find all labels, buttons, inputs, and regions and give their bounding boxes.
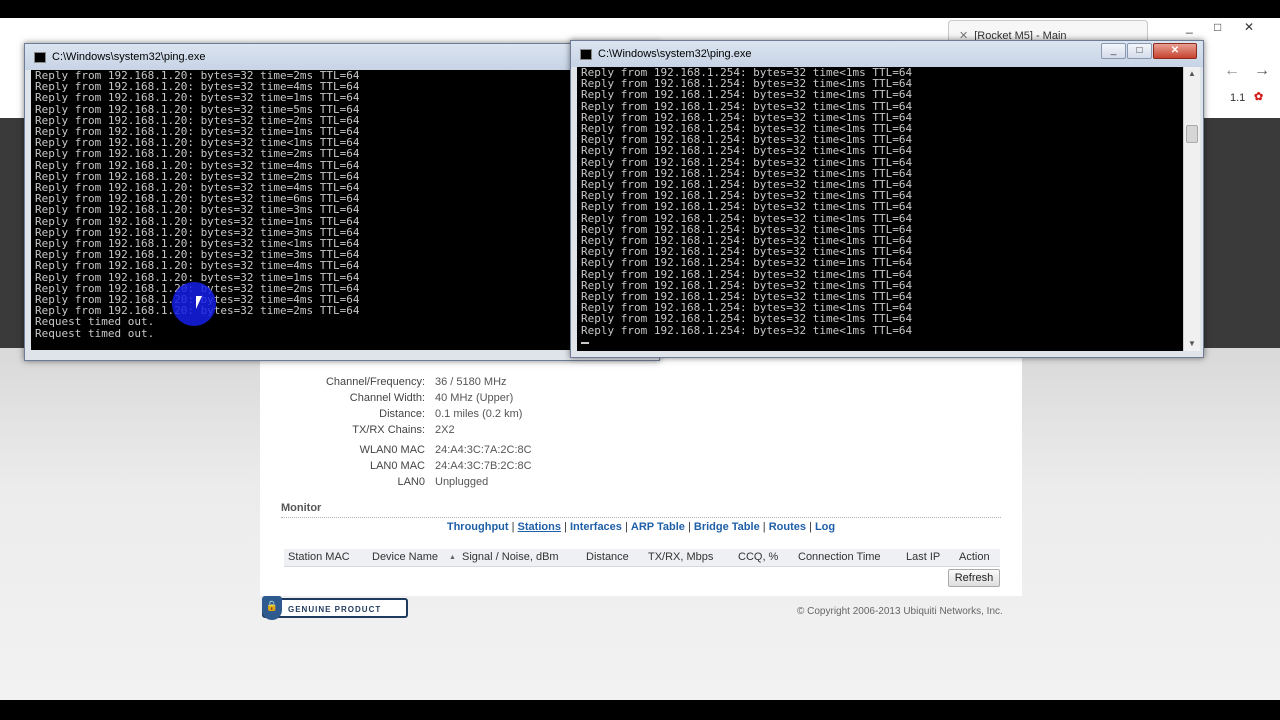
ubnt-main-panel: Channel/Frequency: 36 / 5180 MHz Channel… xyxy=(260,340,1022,596)
console-line: Reply from 192.168.1.254: bytes=32 time<… xyxy=(581,144,913,158)
text-cursor xyxy=(581,341,589,344)
column-header[interactable]: Action xyxy=(959,549,990,566)
info-label: WLAN0 MAC xyxy=(359,444,425,456)
mouse-pointer-icon xyxy=(196,296,202,309)
info-row: Channel/Frequency: 36 / 5180 MHz xyxy=(260,374,1022,390)
info-row: WLAN0 MAC 24:A4:3C:7A:2C:8C xyxy=(260,442,1022,458)
browser-close-button[interactable]: ✕ xyxy=(1244,20,1254,34)
console-title: C:\Windows\system32\ping.exe xyxy=(52,51,206,63)
console-title-bar[interactable]: C:\Windows\system32\ping.exe xyxy=(25,44,659,70)
browser-minimize-button[interactable]: _ xyxy=(1186,20,1193,34)
info-label: Distance: xyxy=(379,408,425,420)
console-line: Reply from 192.168.1.254: bytes=32 time<… xyxy=(581,88,913,102)
link-arp-table[interactable]: ARP Table xyxy=(631,521,685,533)
minimize-button[interactable]: _ xyxy=(1101,43,1126,59)
maximize-button[interactable]: □ xyxy=(1127,43,1152,59)
console-line: Reply from 192.168.1.254: bytes=32 time<… xyxy=(581,267,913,281)
info-label: TX/RX Chains: xyxy=(352,424,425,436)
browser-maximize-button[interactable]: □ xyxy=(1214,20,1221,34)
console-output: Reply from 192.168.1.20: bytes=32 time=2… xyxy=(31,70,571,350)
link-routes[interactable]: Routes xyxy=(769,521,806,533)
scroll-down-icon[interactable]: ▼ xyxy=(1184,337,1200,351)
link-bridge-table[interactable]: Bridge Table xyxy=(694,521,760,533)
console-line: Reply from 192.168.1.20: bytes=32 time=1… xyxy=(35,270,360,284)
column-header[interactable]: Distance xyxy=(586,549,629,566)
console-title: C:\Windows\system32\ping.exe xyxy=(598,48,752,60)
console-line: Reply from 192.168.1.254: bytes=32 time<… xyxy=(581,99,913,113)
link-log[interactable]: Log xyxy=(815,521,835,533)
info-value: 24:A4:3C:7A:2C:8C xyxy=(435,444,532,456)
console-line: Reply from 192.168.1.20: bytes=32 time=1… xyxy=(35,91,360,105)
console-icon xyxy=(580,49,592,60)
column-header[interactable]: TX/RX, Mbps xyxy=(648,549,713,566)
ping-console-left[interactable]: C:\Windows\system32\ping.exe Reply from … xyxy=(24,43,660,361)
bottom-letterbox xyxy=(0,700,1280,720)
zoom-indicator: 1.1 xyxy=(1230,92,1246,104)
info-label: Channel Width: xyxy=(349,392,425,404)
refresh-button[interactable]: Refresh xyxy=(948,569,1000,587)
info-row: TX/RX Chains: 2X2 xyxy=(260,422,1022,438)
console-title-bar[interactable]: C:\Windows\system32\ping.exe _ □ ✕ xyxy=(571,41,1203,67)
link-stations[interactable]: Stations xyxy=(518,521,561,533)
console-line: Reply from 192.168.1.20: bytes=32 time=3… xyxy=(35,203,360,217)
console-line: Reply from 192.168.1.254: bytes=32 time<… xyxy=(581,323,913,337)
console-line: Reply from 192.168.1.254: bytes=32 time<… xyxy=(581,200,913,214)
ping-console-right[interactable]: C:\Windows\system32\ping.exe _ □ ✕ Reply f… xyxy=(570,40,1204,358)
link-throughput[interactable]: Throughput xyxy=(447,521,509,533)
monitor-links: Throughput | Stations | Interfaces | ARP… xyxy=(446,521,836,533)
console-line: Request timed out. xyxy=(35,326,155,340)
back-button[interactable]: ← xyxy=(1224,62,1240,80)
monitor-title: Monitor xyxy=(281,502,322,514)
huawei-icon[interactable]: ✿ xyxy=(1254,90,1263,103)
column-header[interactable]: CCQ, % xyxy=(738,549,778,566)
column-header[interactable]: Station MAC xyxy=(288,549,350,566)
sort-ascending-icon: ▲ xyxy=(449,554,456,561)
info-row: LAN0 MAC 24:A4:3C:7B:2C:8C xyxy=(260,458,1022,474)
close-button[interactable]: ✕ xyxy=(1153,43,1197,59)
stations-table-header: Station MAC Device Name ▲ Signal / Noise… xyxy=(284,549,1000,567)
info-row: Channel Width: 40 MHz (Upper) xyxy=(260,390,1022,406)
console-output: Reply from 192.168.1.254: bytes=32 time<… xyxy=(577,67,1183,351)
console-line: Reply from 192.168.1.254: bytes=32 time=… xyxy=(581,256,913,270)
info-value: 24:A4:3C:7B:2C:8C xyxy=(435,460,532,472)
console-line: Reply from 192.168.1.20: bytes=32 time=2… xyxy=(35,147,360,161)
column-header[interactable]: Connection Time xyxy=(798,549,881,566)
link-interfaces[interactable]: Interfaces xyxy=(570,521,622,533)
lock-shield-icon: 🔒 xyxy=(262,596,282,620)
vertical-scrollbar[interactable]: ▲ ▼ xyxy=(1183,67,1200,351)
info-row: Distance: 0.1 miles (0.2 km) xyxy=(260,406,1022,422)
cursor-highlight xyxy=(172,282,216,326)
console-line: Reply from 192.168.1.254: bytes=32 time<… xyxy=(581,312,913,326)
console-line: Reply from 192.168.1.20: bytes=32 time=4… xyxy=(35,158,360,172)
section-divider xyxy=(281,517,1001,518)
info-value: 36 / 5180 MHz xyxy=(435,376,507,388)
column-header[interactable]: Last IP xyxy=(906,549,940,566)
scroll-up-icon[interactable]: ▲ xyxy=(1184,67,1200,81)
info-value: 40 MHz (Upper) xyxy=(435,392,514,404)
column-header[interactable]: Signal / Noise, dBm xyxy=(462,549,559,566)
window-buttons: _ □ ✕ xyxy=(1100,43,1197,59)
forward-button[interactable]: → xyxy=(1254,62,1270,80)
genuine-product-badge: 🔒 GENUINE PRODUCT xyxy=(262,596,408,620)
console-line: Reply from 192.168.1.20: bytes=32 time=1… xyxy=(35,214,360,228)
console-line: Reply from 192.168.1.20: bytes=32 time=5… xyxy=(35,102,360,116)
console-line: Request timed out. xyxy=(35,315,155,329)
info-label: LAN0 MAC xyxy=(369,460,425,472)
console-line: Reply from 192.168.1.254: bytes=32 time<… xyxy=(581,211,913,225)
genuine-product-text: GENUINE PRODUCT xyxy=(288,605,382,614)
scrollbar-thumb[interactable] xyxy=(1186,125,1198,143)
info-value: 2X2 xyxy=(435,424,455,436)
copyright-text: © Copyright 2006-2013 Ubiquiti Networks,… xyxy=(797,606,1003,617)
column-header[interactable]: Device Name xyxy=(372,549,438,566)
info-value: 0.1 miles (0.2 km) xyxy=(435,408,523,420)
info-value: Unplugged xyxy=(435,476,489,488)
console-icon xyxy=(34,52,46,63)
console-line: Reply from 192.168.1.20: bytes=32 time=4… xyxy=(35,259,360,273)
info-label: Channel/Frequency: xyxy=(325,376,425,388)
info-label: LAN0 xyxy=(397,476,425,488)
info-row: LAN0 Unplugged xyxy=(260,474,1022,490)
console-line: Reply from 192.168.1.254: bytes=32 time<… xyxy=(581,155,913,169)
